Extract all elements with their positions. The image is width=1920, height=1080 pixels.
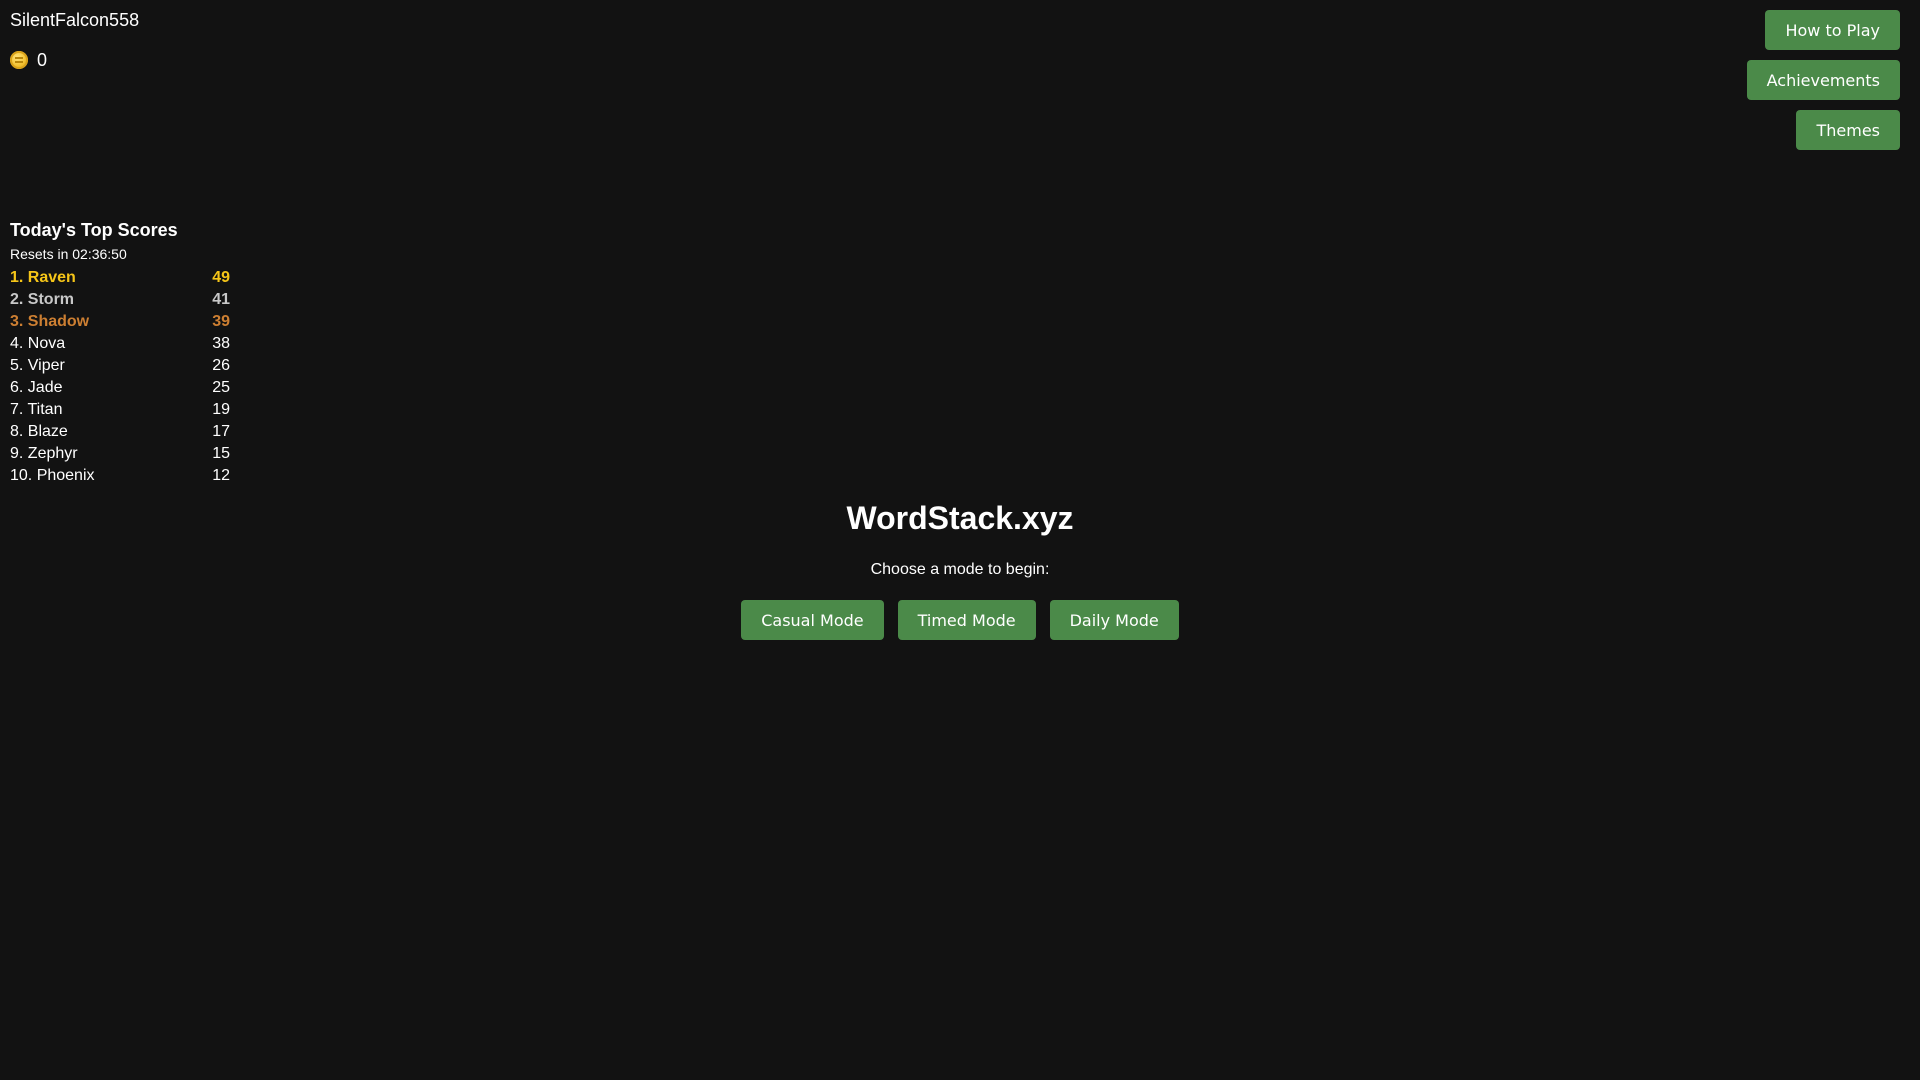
leaderboard-title: Today's Top Scores	[10, 220, 178, 240]
leaderboard-score: 26	[212, 357, 230, 374]
mode-buttons: Casual Mode Timed Mode Daily Mode	[0, 600, 1920, 640]
leaderboard-score: 39	[212, 313, 230, 330]
leaderboard-score: 25	[212, 379, 230, 396]
leaderboard-player: 8. Blaze	[10, 423, 68, 440]
leaderboard-score: 17	[212, 423, 230, 440]
leaderboard-row: 4. Nova 38	[10, 333, 230, 355]
leaderboard-row: 3. Shadow 39	[10, 311, 230, 333]
themes-button[interactable]: Themes	[1796, 110, 1900, 150]
casual-mode-button[interactable]: Casual Mode	[741, 600, 884, 640]
main-menu: WordStack.xyz Choose a mode to begin: Ca…	[0, 496, 1920, 640]
coin-icon	[10, 51, 28, 69]
mode-prompt: Choose a mode to begin:	[870, 561, 1050, 578]
leaderboard-player: 1. Raven	[10, 269, 76, 286]
leaderboard-row: 8. Blaze 17	[10, 421, 230, 443]
how-to-play-button[interactable]: How to Play	[1765, 10, 1900, 50]
leaderboard-score: 19	[212, 401, 230, 418]
leaderboard-list: 1. Raven 49 2. Storm 41 3. Shadow 39 4. …	[10, 267, 230, 487]
leaderboard-player: 3. Shadow	[10, 313, 90, 330]
leaderboard-score: 12	[212, 467, 230, 484]
coin-count: 0	[37, 50, 48, 70]
leaderboard-player: 9. Zephyr	[10, 445, 78, 462]
leaderboard-player: 4. Nova	[10, 335, 66, 352]
app-root: SilentFalcon558 0 How to Play Achievemen…	[0, 0, 1920, 1080]
leaderboard-score: 15	[212, 445, 230, 462]
leaderboard-row: 5. Viper 26	[10, 355, 230, 377]
leaderboard-row: 10. Phoenix 12	[10, 465, 230, 487]
leaderboard-player: 7. Titan	[10, 401, 63, 418]
leaderboard: Today's Top Scores Resets in 02:36:50 1.…	[10, 219, 230, 487]
achievements-button[interactable]: Achievements	[1746, 60, 1900, 100]
leaderboard-score: 49	[212, 269, 230, 286]
leaderboard-row: 6. Jade 25	[10, 377, 230, 399]
timed-mode-button[interactable]: Timed Mode	[897, 600, 1036, 640]
leaderboard-score: 38	[212, 335, 230, 352]
leaderboard-reset-timer: Resets in 02:36:50	[10, 246, 127, 262]
daily-mode-button[interactable]: Daily Mode	[1049, 600, 1179, 640]
coin-balance: 0	[10, 49, 139, 71]
leaderboard-row: 2. Storm 41	[10, 289, 230, 311]
game-title: WordStack.xyz	[846, 500, 1074, 536]
leaderboard-player: 2. Storm	[10, 291, 75, 308]
leaderboard-score: 41	[212, 291, 230, 308]
leaderboard-player: 6. Jade	[10, 379, 63, 396]
leaderboard-player: 10. Phoenix	[10, 467, 95, 484]
top-nav: How to Play Achievements Themes	[1746, 10, 1900, 150]
leaderboard-row: 7. Titan 19	[10, 399, 230, 421]
leaderboard-player: 5. Viper	[10, 357, 65, 374]
leaderboard-row: 1. Raven 49	[10, 267, 230, 289]
username: SilentFalcon558	[10, 10, 140, 30]
user-info: SilentFalcon558 0	[10, 9, 139, 71]
leaderboard-row: 9. Zephyr 15	[10, 443, 230, 465]
